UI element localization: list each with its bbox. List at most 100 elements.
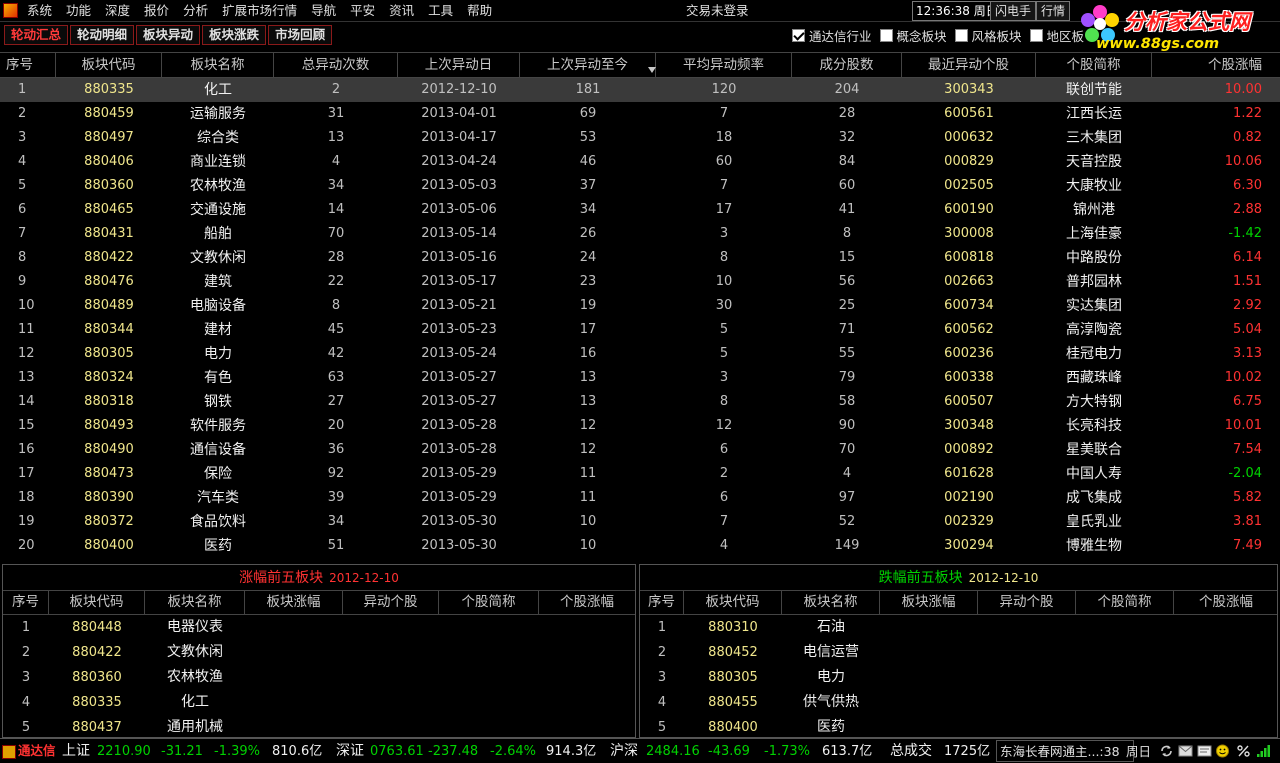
news-ticker[interactable]: 东海长春网通主...:38: [996, 740, 1134, 762]
table-row[interactable]: 4 880406 商业连锁 4 2013-04-24 46 60 84 000829 天音控股 10…: [0, 150, 1280, 174]
table-row[interactable]: 20 880400 医药 51 2013-05-30 10 4 149 300294 博雅生物 7.…: [0, 534, 1280, 558]
filter-concept[interactable]: 概念板块: [879, 26, 947, 45]
filter-region[interactable]: 地区板: [1029, 26, 1084, 45]
tdx-logo[interactable]: 通达信: [2, 742, 56, 760]
losers-row[interactable]: 1 880310 石油: [640, 615, 1277, 640]
col-index[interactable]: 序号: [0, 53, 56, 77]
table-row[interactable]: 11 880344 建材 45 2013-05-23 17 5 71 600562 高淳陶瓷 5.0…: [0, 318, 1280, 342]
gainers-col-stock-name[interactable]: 个股简称: [439, 591, 539, 614]
tab-sector-change[interactable]: 板块涨跌: [202, 25, 267, 45]
menu-function[interactable]: 功能: [59, 0, 98, 22]
flash-trade-button[interactable]: 闪电手: [990, 1, 1037, 21]
col-stock-change[interactable]: 个股涨幅: [1152, 53, 1270, 77]
losers-row[interactable]: 3 880305 电力: [640, 665, 1277, 690]
table-row[interactable]: 7 880431 船舶 70 2013-05-14 26 3 8 300008 上海佳豪 -1.42: [0, 222, 1280, 246]
menu-quote[interactable]: 报价: [137, 0, 176, 22]
gainers-row[interactable]: 5 880437 通用机械: [3, 715, 635, 737]
cell-stock-name: 三木集团: [1066, 130, 1122, 146]
filter-tdx-industry-checkbox[interactable]: [792, 29, 805, 42]
table-row[interactable]: 13 880324 有色 63 2013-05-27 13 3 79 600338 西藏珠峰 10.…: [0, 366, 1280, 390]
tab-market-review[interactable]: 市场回顾: [268, 25, 333, 45]
filter-concept-checkbox[interactable]: [879, 29, 893, 42]
cell-sector-name: 综合类: [197, 130, 239, 146]
gainers-row[interactable]: 1 880448 电器仪表: [3, 615, 635, 640]
menu-navigation[interactable]: 导航: [304, 0, 343, 22]
filter-style[interactable]: 风格板块: [954, 26, 1022, 45]
table-row[interactable]: 16 880490 通信设备 36 2013-05-28 12 6 70 000892 星美联合 7…: [0, 438, 1280, 462]
losers-col-index[interactable]: 序号: [640, 591, 684, 614]
refresh-icon[interactable]: [1159, 744, 1174, 758]
col-constituents[interactable]: 成分股数: [792, 53, 902, 77]
menu-system[interactable]: 系统: [20, 0, 59, 22]
col-stock-name[interactable]: 个股简称: [1036, 53, 1152, 77]
col-total-anomalies[interactable]: 总异动次数: [274, 53, 398, 77]
mail-icon[interactable]: [1178, 744, 1193, 758]
table-row[interactable]: 12 880305 电力 42 2013-05-24 16 5 55 600236 桂冠电力 3.1…: [0, 342, 1280, 366]
filter-tdx-industry[interactable]: 通达信行业: [792, 26, 872, 45]
col-sector-name[interactable]: 板块名称: [162, 53, 274, 77]
losers-row[interactable]: 2 880452 电信运营: [640, 640, 1277, 665]
tab-rotation-detail[interactable]: 轮动明细: [70, 25, 135, 45]
trade-login-status[interactable]: 交易未登录: [686, 0, 749, 22]
tab-sector-anomaly[interactable]: 板块异动: [136, 25, 201, 45]
gainers-col-sector-change[interactable]: 板块涨幅: [245, 591, 343, 614]
gainers-col-index[interactable]: 序号: [3, 591, 49, 614]
losers-col-stock-name[interactable]: 个股简称: [1076, 591, 1174, 614]
losers-row[interactable]: 4 880455 供气供热: [640, 690, 1277, 715]
col-last-anomaly-date[interactable]: 上次异动日: [398, 53, 520, 77]
table-row[interactable]: 15 880493 软件服务 20 2013-05-28 12 12 90 300348 长亮科技…: [0, 414, 1280, 438]
col-days-since-anomaly[interactable]: 上次异动至今: [520, 53, 656, 77]
table-row[interactable]: 9 880476 建筑 22 2013-05-17 23 10 56 002663 普邦园林 1.5…: [0, 270, 1280, 294]
sz-index-name[interactable]: 深证: [336, 739, 364, 763]
gainers-row[interactable]: 4 880335 化工: [3, 690, 635, 715]
gainers-col-name[interactable]: 板块名称: [145, 591, 245, 614]
app-logo-icon[interactable]: [3, 3, 18, 18]
menu-help[interactable]: 帮助: [460, 0, 499, 22]
table-row[interactable]: 2 880459 运输服务 31 2013-04-01 69 7 28 600561 江西长运 1.…: [0, 102, 1280, 126]
sh-index-name[interactable]: 上证: [62, 739, 90, 763]
losers-col-code[interactable]: 板块代码: [684, 591, 782, 614]
col-recent-stock[interactable]: 最近异动个股: [902, 53, 1036, 77]
menu-news[interactable]: 资讯: [382, 0, 421, 22]
losers-row[interactable]: 5 880400 医药: [640, 715, 1277, 737]
menu-depth[interactable]: 深度: [98, 0, 137, 22]
cell-sector-code: 880431: [84, 226, 134, 241]
table-row[interactable]: 19 880372 食品饮料 34 2013-05-30 10 7 52 002329 皇氏乳业 3…: [0, 510, 1280, 534]
col-avg-frequency[interactable]: 平均异动频率: [656, 53, 792, 77]
tab-rotation-summary[interactable]: 轮动汇总: [4, 25, 69, 45]
table-row[interactable]: 6 880465 交通设施 14 2013-05-06 34 17 41 600190 锦州港 2.…: [0, 198, 1280, 222]
message-icon[interactable]: [1197, 744, 1212, 758]
menu-tools[interactable]: 工具: [421, 0, 460, 22]
gainers-row[interactable]: 3 880360 农林牧渔: [3, 665, 635, 690]
cell-recent-stock: 600734: [944, 298, 994, 313]
table-row[interactable]: 17 880473 保险 92 2013-05-29 11 2 4 601628 中国人寿 -2.0…: [0, 462, 1280, 486]
percent-icon[interactable]: [1236, 744, 1251, 758]
cell-days-since-anomaly: 69: [579, 106, 597, 121]
table-row[interactable]: 3 880497 综合类 13 2013-04-17 53 18 32 000632 三木集团 0.…: [0, 126, 1280, 150]
menu-extended-market[interactable]: 扩展市场行情: [215, 0, 304, 22]
quote-button[interactable]: 行情: [1036, 1, 1071, 21]
table-row[interactable]: 8 880422 文教休闲 28 2013-05-16 24 8 15 600818 中路股份 6.…: [0, 246, 1280, 270]
table-row[interactable]: 10 880489 电脑设备 8 2013-05-21 19 30 25 600734 实达集团 2…: [0, 294, 1280, 318]
gainers-col-anomaly-stock[interactable]: 异动个股: [343, 591, 439, 614]
table-row[interactable]: 1 880335 化工 2 2012-12-10 181 120 204 300343 联创节能 1…: [0, 78, 1280, 102]
losers-col-anomaly-stock[interactable]: 异动个股: [978, 591, 1076, 614]
gainers-row[interactable]: 2 880422 文教休闲: [3, 640, 635, 665]
gainers-col-code[interactable]: 板块代码: [49, 591, 145, 614]
hs-index-name[interactable]: 沪深: [610, 739, 638, 763]
filter-region-checkbox[interactable]: [1029, 29, 1043, 42]
cell-days-since-anomaly: 19: [579, 298, 597, 313]
filter-style-checkbox[interactable]: [954, 29, 968, 42]
col-sector-code[interactable]: 板块代码: [56, 53, 162, 77]
losers-col-name[interactable]: 板块名称: [782, 591, 880, 614]
smiley-icon[interactable]: [1215, 744, 1230, 758]
losers-col-stock-change[interactable]: 个股涨幅: [1174, 591, 1277, 614]
table-row[interactable]: 5 880360 农林牧渔 34 2013-05-03 37 7 60 002505 大康牧业 6.…: [0, 174, 1280, 198]
menu-pingan[interactable]: 平安: [343, 0, 382, 22]
losers-col-sector-change[interactable]: 板块涨幅: [880, 591, 978, 614]
cell-total-anomalies: 39: [327, 490, 345, 505]
gainers-col-stock-change[interactable]: 个股涨幅: [539, 591, 635, 614]
table-row[interactable]: 18 880390 汽车类 39 2013-05-29 11 6 97 002190 成飞集成 5.…: [0, 486, 1280, 510]
menu-analysis[interactable]: 分析: [176, 0, 215, 22]
table-row[interactable]: 14 880318 钢铁 27 2013-05-27 13 8 58 600507 方大特钢 6.7…: [0, 390, 1280, 414]
